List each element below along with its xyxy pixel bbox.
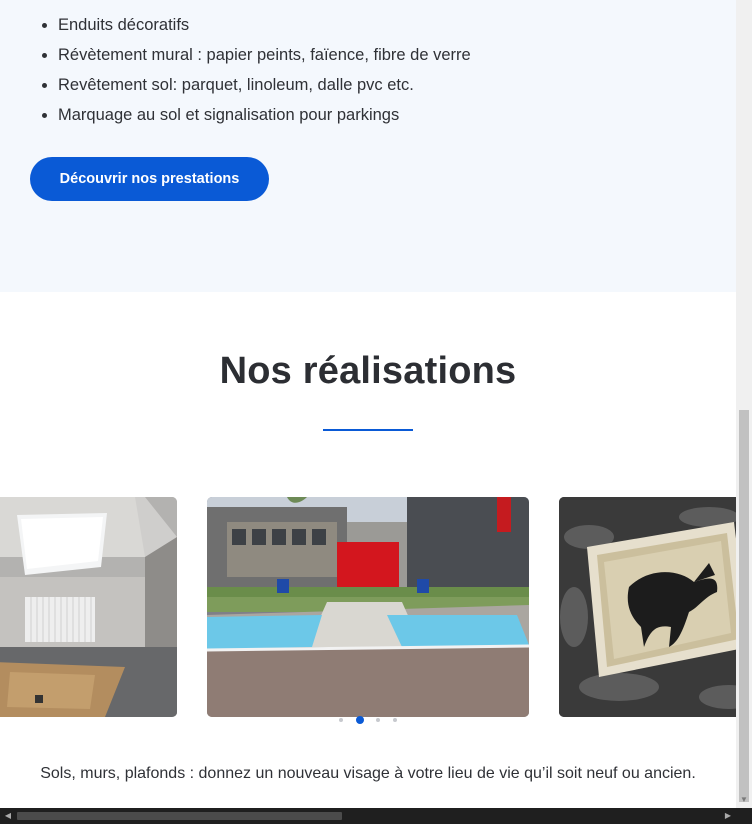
scroll-down-arrow-icon[interactable]: ▼ — [736, 792, 752, 808]
carousel-dot[interactable] — [339, 717, 344, 722]
services-section: Enduits décoratifs Révètement mural : pa… — [0, 0, 736, 292]
slide-parking-markings[interactable] — [207, 497, 529, 717]
slide-attic-room[interactable] — [0, 497, 177, 717]
scroll-right-arrow-icon[interactable]: ▶ — [720, 808, 736, 824]
list-item: Enduits décoratifs — [58, 10, 471, 40]
list-item: Révètement mural : papier peints, faïenc… — [58, 40, 471, 70]
horizontal-scrollbar[interactable]: ◀ ▶ — [0, 808, 736, 824]
horizontal-scrollbar-thumb[interactable] — [17, 812, 342, 820]
scrollbar-corner — [736, 808, 752, 824]
realisations-carousel[interactable] — [0, 497, 736, 718]
services-list: Enduits décoratifs Révètement mural : pa… — [30, 10, 471, 130]
list-item: Revêtement sol: parquet, linoleum, dalle… — [58, 70, 471, 100]
carousel-dot-active[interactable] — [355, 715, 364, 724]
vertical-scrollbar-thumb[interactable] — [739, 410, 749, 802]
carousel-dot[interactable] — [392, 717, 397, 722]
carousel-pagination — [0, 711, 736, 724]
realisations-description: Sols, murs, plafonds : donnez un nouveau… — [40, 765, 696, 782]
attic-room-photo — [0, 497, 177, 717]
vertical-scrollbar[interactable]: ▼ — [736, 0, 752, 808]
carousel-dot[interactable] — [376, 717, 381, 722]
parking-photo — [207, 497, 529, 717]
section-title: Nos réalisations — [219, 350, 517, 392]
title-underline — [323, 429, 413, 431]
discover-services-button[interactable]: Découvrir nos prestations — [30, 157, 269, 201]
slide-horse-painting[interactable] — [559, 497, 736, 717]
list-item: Marquage au sol et signalisation pour pa… — [58, 100, 471, 130]
horse-painting-photo — [559, 497, 736, 717]
scroll-left-arrow-icon[interactable]: ◀ — [0, 808, 16, 824]
